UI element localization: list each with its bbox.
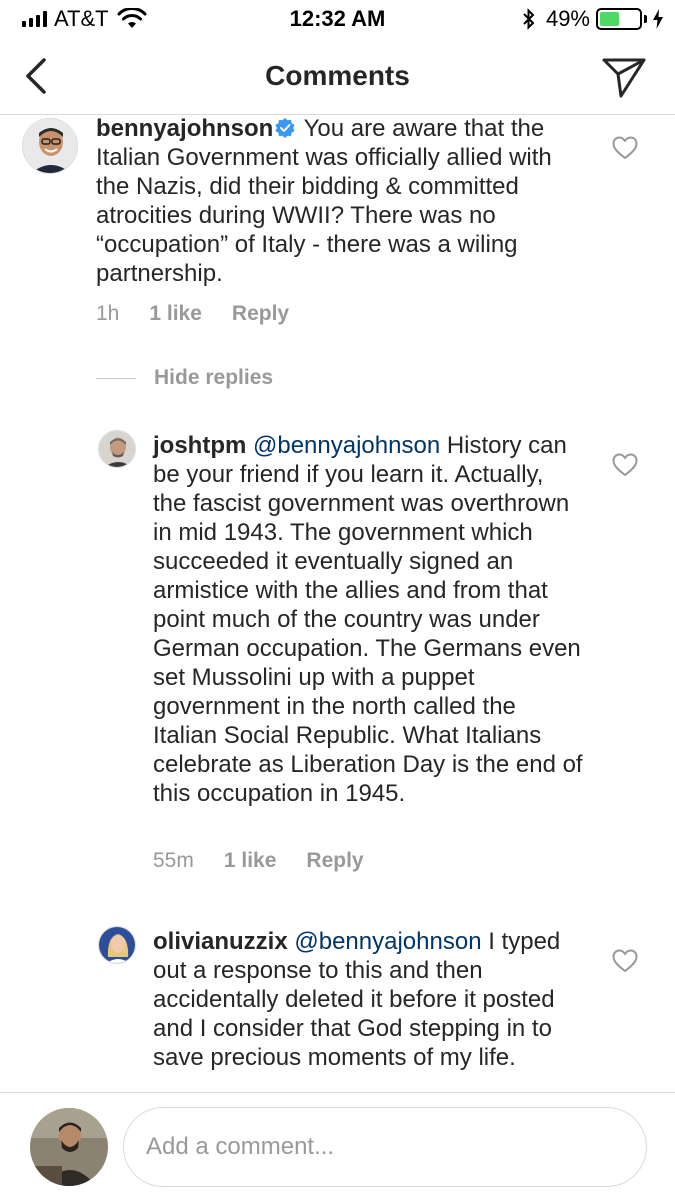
battery-icon	[596, 8, 642, 30]
comment-item: bennyajohnson You are aware that the Ita…	[0, 116, 675, 336]
status-bar: AT&T 12:32 AM 49%	[0, 0, 675, 40]
person-photo-icon	[23, 119, 77, 173]
avatar[interactable]	[98, 926, 136, 964]
comment-meta: 55m 1 like Reply	[153, 849, 364, 873]
avatar[interactable]	[22, 118, 78, 174]
battery-nub	[644, 15, 647, 23]
nav-bar: Comments	[0, 40, 675, 115]
comment-body: bennyajohnson You are aware that the Ita…	[96, 116, 586, 288]
bluetooth-icon	[523, 8, 535, 30]
comment-likes[interactable]: 1 like	[224, 849, 277, 873]
charging-bolt-icon	[653, 9, 663, 29]
comment-text: History can be your friend if you learn …	[153, 432, 583, 807]
comment-input[interactable]	[123, 1107, 647, 1187]
comment-timestamp: 1h	[96, 302, 120, 325]
heart-icon[interactable]	[612, 453, 638, 477]
divider-line	[96, 377, 136, 379]
comment-username[interactable]: olivianuzzix	[153, 928, 288, 955]
mention-link[interactable]: @bennyajohnson	[253, 432, 440, 459]
reply-button[interactable]: Reply	[232, 302, 289, 326]
person-photo-icon	[99, 431, 135, 467]
comment-username[interactable]: bennyajohnson	[96, 116, 273, 142]
comments-list[interactable]: bennyajohnson You are aware that the Ita…	[0, 116, 675, 1092]
comment-meta: 1h 1 like Reply	[96, 302, 289, 326]
verified-badge-icon	[275, 118, 295, 138]
comment-body: olivianuzzix @bennyajohnson I typed out …	[153, 927, 583, 1072]
comment-timestamp: 55m	[153, 849, 194, 872]
avatar[interactable]	[98, 430, 136, 468]
comment-likes[interactable]: 1 like	[149, 302, 202, 326]
mention-link[interactable]: @bennyajohnson	[294, 928, 481, 955]
battery-level	[600, 12, 619, 26]
comment-username[interactable]: joshtpm	[153, 432, 246, 459]
hide-replies-toggle[interactable]: Hide replies	[96, 366, 273, 390]
person-photo-icon	[30, 1108, 108, 1186]
comment-body: joshtpm @bennyajohnson History can be yo…	[153, 431, 583, 808]
person-photo-icon	[99, 927, 135, 963]
hide-replies-label: Hide replies	[154, 366, 274, 389]
page-title: Comments	[265, 60, 410, 91]
battery-percent: 49%	[545, 6, 590, 31]
paper-plane-icon[interactable]	[601, 54, 647, 100]
reply-item: olivianuzzix @bennyajohnson I typed out …	[0, 924, 675, 1092]
heart-icon[interactable]	[612, 136, 638, 160]
heart-icon[interactable]	[612, 949, 638, 973]
avatar	[30, 1108, 108, 1186]
comment-composer	[0, 1092, 675, 1200]
reply-item: joshtpm @bennyajohnson History can be yo…	[0, 428, 675, 888]
reply-button[interactable]: Reply	[306, 849, 363, 873]
